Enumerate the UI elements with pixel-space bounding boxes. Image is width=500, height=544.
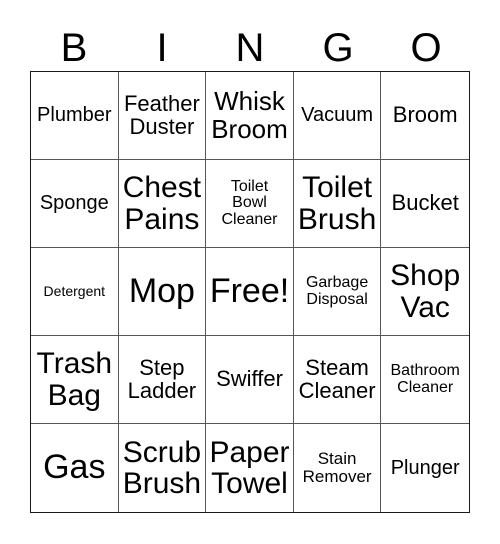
bingo-cell[interactable]: Sponge <box>31 160 119 248</box>
header-letter-g: G <box>322 26 354 70</box>
bingo-cell-label: Detergent <box>43 283 106 300</box>
bingo-cell-label: Toilet Bowl Cleaner <box>221 177 278 228</box>
bingo-cell-label: Feather Duster <box>123 90 200 139</box>
bingo-cell[interactable]: Trash Bag <box>31 336 119 424</box>
header-letter-o: O <box>410 26 442 70</box>
bingo-cell[interactable]: Toilet Brush <box>293 160 382 248</box>
bingo-cell[interactable]: Toilet Bowl Cleaner <box>206 160 294 248</box>
bingo-cell-label: Paper Towel <box>209 435 290 500</box>
bingo-grid: Plumber Feather Duster Whisk Broom Vacuum Br… <box>30 71 470 513</box>
bingo-cell[interactable]: Swiffer <box>206 336 294 424</box>
bingo-cell[interactable]: Gas <box>31 424 119 512</box>
bingo-card: B I N G O Plumber Feather Duster Whisk Bro… <box>0 0 500 544</box>
bingo-cell-label: Shop Vac <box>390 259 461 324</box>
bingo-cell-label: Vacuum <box>301 104 374 127</box>
bingo-cell-label: Plunger <box>390 456 460 479</box>
bingo-cell-label: Plumber <box>37 104 112 127</box>
bingo-cell-label: Broom <box>392 102 458 128</box>
bingo-cell-label: Steam Cleaner <box>298 354 376 403</box>
bingo-cell-label: Whisk Broom <box>211 86 288 144</box>
bingo-cell[interactable]: Plunger <box>381 424 469 512</box>
bingo-cell-label: Bathroom Cleaner <box>390 361 460 396</box>
bingo-cell-label: Sponge <box>39 192 109 215</box>
bingo-cell[interactable]: Bucket <box>381 160 469 248</box>
bingo-cell[interactable]: Feather Duster <box>118 72 207 160</box>
bingo-cell[interactable]: Bathroom Cleaner <box>381 336 469 424</box>
bingo-cell-label: Scrub Brush <box>122 435 202 500</box>
bingo-cell[interactable]: Steam Cleaner <box>293 336 382 424</box>
bingo-cell-free[interactable]: Free! <box>206 248 294 336</box>
bingo-cell[interactable]: Plumber <box>31 72 119 160</box>
bingo-cell-label: Garbage Disposal <box>305 273 369 308</box>
bingo-cell[interactable]: Paper Towel <box>206 424 294 512</box>
bingo-cell-label: Stain Remover <box>302 449 372 486</box>
bingo-cell[interactable]: Step Ladder <box>118 336 207 424</box>
bingo-cell[interactable]: Detergent <box>31 248 119 336</box>
bingo-cell-label: Free! <box>209 271 290 310</box>
bingo-cell[interactable]: Scrub Brush <box>118 424 207 512</box>
bingo-header: B I N G O <box>30 16 470 70</box>
header-letter-i: I <box>156 26 168 70</box>
bingo-cell[interactable]: Chest Pains <box>118 160 207 248</box>
bingo-cell[interactable]: Mop <box>118 248 207 336</box>
bingo-cell[interactable]: Shop Vac <box>381 248 469 336</box>
bingo-cell[interactable]: Stain Remover <box>293 424 382 512</box>
bingo-cell-label: Swiffer <box>216 366 283 392</box>
bingo-cell-label: Toilet Brush <box>297 171 377 236</box>
header-letter-n: N <box>235 26 265 70</box>
bingo-cell[interactable]: Vacuum <box>293 72 382 160</box>
bingo-cell[interactable]: Whisk Broom <box>206 72 294 160</box>
bingo-cell-label: Gas <box>43 448 106 487</box>
bingo-cell[interactable]: Garbage Disposal <box>293 248 382 336</box>
bingo-cell-label: Step Ladder <box>127 354 197 403</box>
bingo-cell-label: Bucket <box>391 190 459 216</box>
bingo-cell[interactable]: Broom <box>381 72 469 160</box>
bingo-cell-label: Chest Pains <box>122 171 202 236</box>
header-letter-b: B <box>60 26 88 70</box>
bingo-cell-label: Mop <box>128 271 195 310</box>
bingo-cell-label: Trash Bag <box>36 347 113 412</box>
